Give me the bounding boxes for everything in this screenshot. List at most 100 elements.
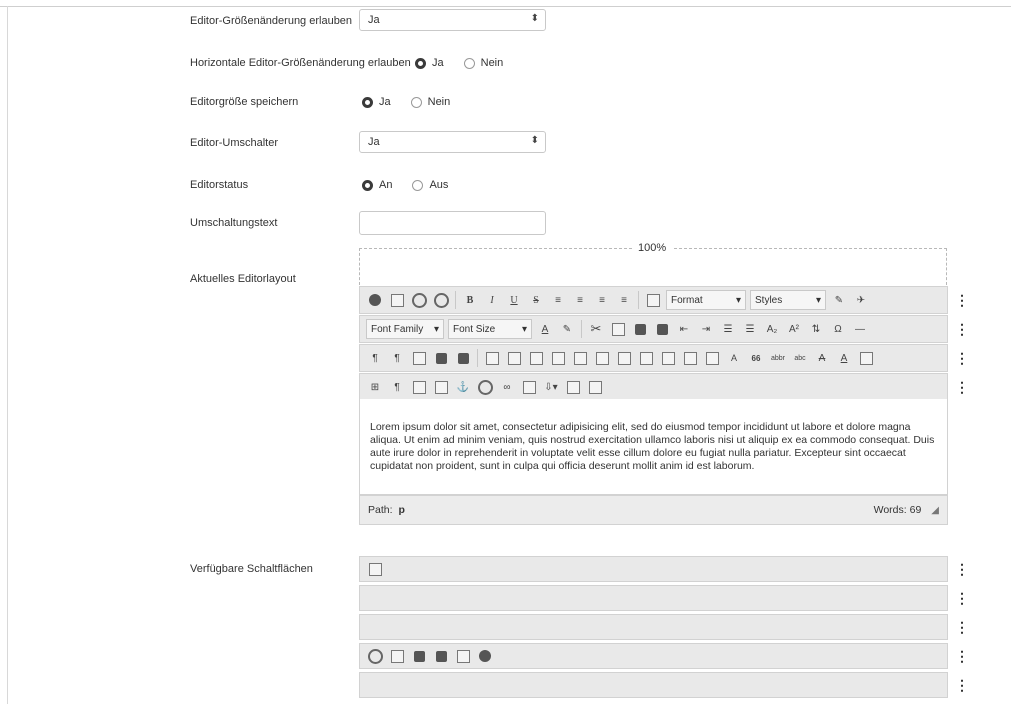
status-radio-aus[interactable] (412, 179, 424, 191)
resize-handle-icon[interactable]: ◢ (931, 505, 939, 516)
cut-icon[interactable]: ✂ (586, 319, 606, 339)
format-painter-icon[interactable]: ⇅ (806, 319, 826, 339)
delete-row-icon[interactable] (570, 348, 590, 368)
bold-icon[interactable]: B (460, 290, 480, 310)
row-handle-icon[interactable]: ⋮ (955, 678, 969, 692)
hresize-radio-nein[interactable] (463, 57, 475, 69)
search-replace-icon[interactable] (453, 348, 473, 368)
anchor-icon[interactable]: ⚓ (453, 377, 473, 397)
col-after-icon[interactable] (614, 348, 634, 368)
show-blocks-icon[interactable]: ¶ (387, 377, 407, 397)
paste-icon[interactable] (630, 319, 650, 339)
split-cells-icon[interactable] (658, 348, 678, 368)
print-icon[interactable] (431, 348, 451, 368)
layout-icon[interactable] (365, 559, 385, 579)
blockquote-icon[interactable] (643, 290, 663, 310)
underline-icon[interactable]: U (504, 290, 524, 310)
merge-cells-icon[interactable] (680, 348, 700, 368)
table-props-icon[interactable] (504, 348, 524, 368)
row-handle-icon[interactable]: ⋮ (955, 620, 969, 634)
del-icon[interactable]: A (812, 348, 832, 368)
font-family-select[interactable]: Font Family ▾ (366, 319, 444, 339)
italic-icon[interactable]: I (482, 290, 502, 310)
horizontal-rule-icon[interactable]: — (850, 319, 870, 339)
row-handle-icon[interactable]: ⋮ (955, 351, 969, 365)
resize-select[interactable]: Ja ⬍ (359, 9, 546, 31)
image-icon[interactable] (519, 377, 539, 397)
font-size-select[interactable]: Font Size ▾ (448, 319, 532, 339)
col-before-icon[interactable] (592, 348, 612, 368)
save-size-label: Editorgröße speichern (190, 96, 299, 108)
frame-icon[interactable] (453, 646, 473, 666)
cite-icon[interactable]: 66 (746, 348, 766, 368)
row-before-icon[interactable] (526, 348, 546, 368)
toggle-select[interactable]: Ja ⬍ (359, 131, 546, 153)
unlink-icon[interactable] (475, 377, 495, 397)
save-size-radio-ja[interactable] (362, 96, 373, 108)
abbr-icon[interactable]: abbr (768, 348, 788, 368)
special-char-icon[interactable]: Ω (828, 319, 848, 339)
cell-props-icon[interactable] (702, 348, 722, 368)
row-handle-icon[interactable]: ⋮ (955, 562, 969, 576)
align-justify-icon[interactable]: ≡ (614, 290, 634, 310)
align-center-icon[interactable]: ≡ (570, 290, 590, 310)
readmore-icon[interactable] (563, 377, 583, 397)
format-select[interactable]: Format ▾ (666, 290, 746, 310)
subscript-icon[interactable]: A₂ (762, 319, 782, 339)
eraser-icon[interactable]: ✎ (829, 290, 849, 310)
undo-icon[interactable] (409, 290, 429, 310)
path-value[interactable]: p (399, 504, 405, 516)
row-handle-icon[interactable]: ⋮ (955, 649, 969, 663)
highlight-icon[interactable]: ✎ (557, 319, 577, 339)
insert-icon[interactable] (365, 646, 385, 666)
pagebreak-icon[interactable] (585, 377, 605, 397)
rtl-icon[interactable]: ¶ (387, 348, 407, 368)
hresize-radio-ja[interactable] (415, 57, 426, 69)
editor-content[interactable]: Lorem ipsum dolor sit amet, consectetur … (359, 399, 948, 495)
delete-col-icon[interactable] (636, 348, 656, 368)
styleprops-icon[interactable]: A (724, 348, 744, 368)
article-icon[interactable] (409, 646, 429, 666)
insert-dropdown-icon[interactable]: ⇩▾ (541, 377, 561, 397)
paste-text-icon[interactable] (652, 319, 672, 339)
available-row-5 (359, 672, 948, 698)
redo-icon[interactable] (431, 290, 451, 310)
table-icon[interactable] (482, 348, 502, 368)
media-icon[interactable] (387, 646, 407, 666)
help-icon[interactable] (365, 290, 385, 310)
align-left-icon[interactable]: ≡ (548, 290, 568, 310)
separator (638, 291, 639, 309)
indent-icon[interactable]: ⇥ (696, 319, 716, 339)
new-document-icon[interactable] (387, 290, 407, 310)
acronym-icon[interactable]: abc (790, 348, 810, 368)
styles-select[interactable]: Styles ▾ (750, 290, 826, 310)
superscript-icon[interactable]: A² (784, 319, 804, 339)
strikethrough-icon[interactable]: S (526, 290, 546, 310)
row-handle-icon[interactable]: ⋮ (955, 380, 969, 394)
bullet-list-icon[interactable]: ☰ (740, 319, 760, 339)
nonbreaking-icon[interactable] (431, 377, 451, 397)
row-after-icon[interactable] (548, 348, 568, 368)
template-icon[interactable] (409, 377, 429, 397)
row-handle-icon[interactable]: ⋮ (955, 322, 969, 336)
numbered-list-icon[interactable]: ☰ (718, 319, 738, 339)
link-icon[interactable]: ∞ (497, 377, 517, 397)
attribs-icon[interactable] (856, 348, 876, 368)
visual-aid-icon[interactable]: ⊞ (365, 377, 385, 397)
toggle-text-input[interactable] (359, 211, 546, 235)
status-radio-an[interactable] (362, 179, 373, 191)
row-handle-icon[interactable]: ⋮ (955, 293, 969, 307)
save-size-radio-nein[interactable] (410, 96, 422, 108)
module-icon[interactable] (431, 646, 451, 666)
ins-icon[interactable]: A (834, 348, 854, 368)
ltr-icon[interactable]: ¶ (365, 348, 385, 368)
clean-icon[interactable]: ✈ (851, 290, 871, 310)
fullscreen-icon[interactable] (409, 348, 429, 368)
separator (455, 291, 456, 309)
text-color-icon[interactable]: A (535, 319, 555, 339)
outdent-icon[interactable]: ⇤ (674, 319, 694, 339)
emoticon-icon[interactable] (475, 646, 495, 666)
row-handle-icon[interactable]: ⋮ (955, 591, 969, 605)
copy-icon[interactable] (608, 319, 628, 339)
align-right-icon[interactable]: ≡ (592, 290, 612, 310)
